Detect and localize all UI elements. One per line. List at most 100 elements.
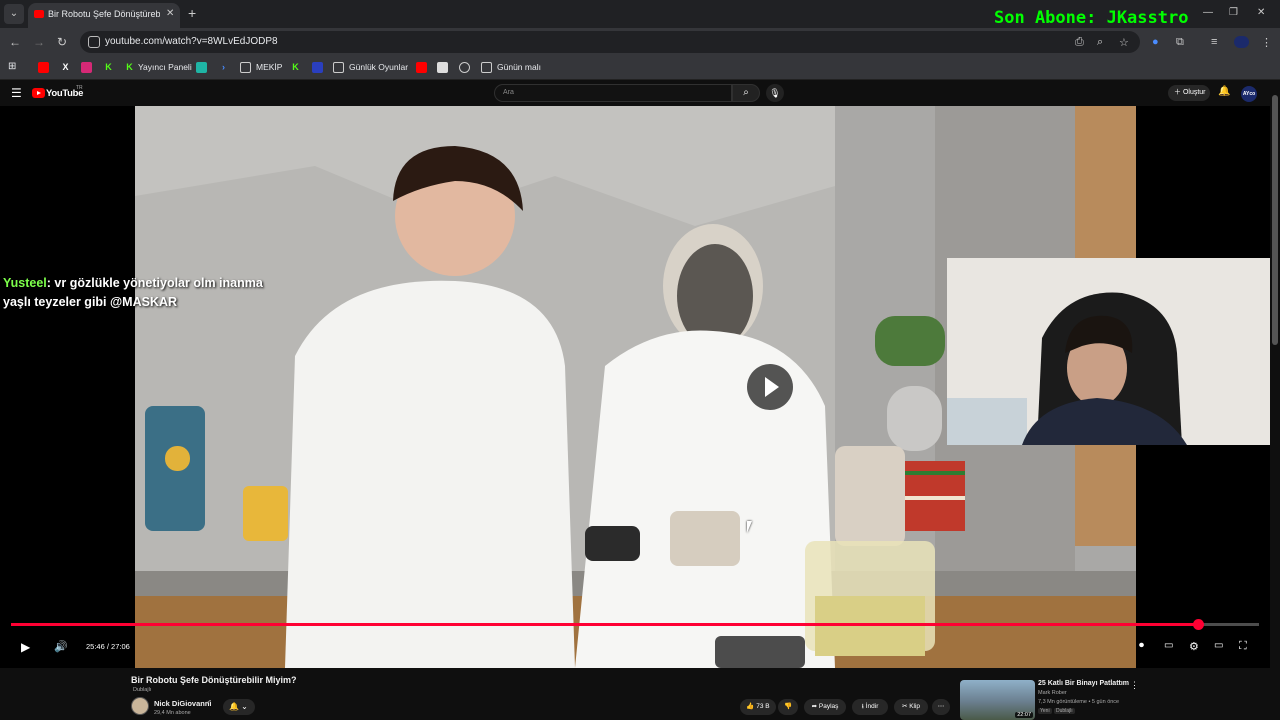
progress-bar[interactable] [11, 619, 1259, 630]
recommended-title[interactable]: 25 Katlı Bir Binayı Patlattım [1038, 680, 1129, 687]
chat-overlay: Yusteel: vr gözlükle yönetiyolar olm ina… [3, 274, 293, 312]
create-button[interactable]: ＋ Oluştur [1168, 85, 1210, 101]
url-text: youtube.com/watch?v=8WLvEdJODP8 [105, 36, 278, 47]
bookmark-mekip[interactable]: MEKİP [256, 62, 282, 72]
like-button[interactable]: 👍 73 B [740, 699, 776, 715]
tab-title: Bir Robotu Şefe Dönüştürebilir Miyim? [48, 9, 160, 19]
folder-icon [240, 62, 251, 73]
theater-mode-icon[interactable]: ▭ [1214, 640, 1223, 651]
bookmark-icon-teal[interactable] [196, 62, 207, 73]
folder-icon [481, 62, 492, 73]
progress-scrubber[interactable] [1192, 619, 1204, 630]
country-code: TR [76, 85, 83, 91]
play-overlay-icon[interactable] [747, 364, 793, 410]
hamburger-menu-icon[interactable]: ☰ [11, 86, 22, 100]
recommended-duration: 22:07 [1015, 712, 1033, 718]
fullscreen-icon[interactable]: ⛶ [1239, 640, 1247, 653]
page-scrollbar[interactable] [1270, 81, 1280, 720]
download-button[interactable]: ⭳ İndir [852, 699, 888, 715]
search-input[interactable]: Ara [494, 84, 732, 102]
play-icon[interactable]: ▶︎ [21, 640, 30, 654]
instagram-bookmark-icon[interactable] [81, 62, 92, 73]
kick-bookmark-icon-2[interactable]: K [290, 62, 301, 73]
notifications-bell-icon[interactable]: 🔔 [1218, 86, 1230, 97]
youtube-header: ☰ YouTube TR Ara ⌕ 🎙 ＋ Oluştur 🔔 AYco [0, 81, 1280, 106]
subscriber-count: 29,4 Mn abone [154, 710, 191, 716]
reload-icon[interactable]: ↻ [57, 35, 67, 49]
more-actions-icon[interactable]: ⋯ [932, 699, 950, 715]
browser-tab-bar: ⌄ Bir Robotu Şefe Dönüştürebilir Miyim? … [0, 0, 1280, 28]
address-toolbar: ← → ↻ youtube.com/watch?v=8WLvEdJODP8 ⎙ … [0, 28, 1280, 56]
video-player[interactable]: Yusteel: vr gözlükle yönetiyolar olm ina… [0, 106, 1270, 668]
kick-panel-icon: K [126, 62, 133, 72]
account-avatar[interactable]: AYco [1241, 86, 1257, 102]
progress-played [11, 623, 1198, 626]
image-bookmark-icon[interactable] [437, 62, 448, 73]
bookmark-gunun-mali[interactable]: Günün malı [497, 62, 541, 72]
recommended-more-icon[interactable]: ⋮ [1130, 680, 1139, 691]
share-button[interactable]: ➦ Paylaş [804, 699, 846, 715]
youtube-bookmark-icon-2[interactable] [416, 62, 427, 73]
verified-icon: ✔ [206, 700, 212, 706]
clip-button[interactable]: ✂ Klip [894, 699, 928, 715]
youtube-favicon-icon [34, 10, 44, 18]
bookmark-gunluk-oyunlar[interactable]: Günlük Oyunlar [349, 62, 408, 72]
restore-icon[interactable]: ❐ [1229, 7, 1238, 18]
folder-icon [333, 62, 344, 73]
profile-icon[interactable] [1234, 36, 1249, 48]
bookmark-yayinci-paneli[interactable]: Yayıncı Paneli [138, 62, 192, 72]
search-icon[interactable]: ⌕ [732, 84, 760, 102]
streamer-webcam [947, 258, 1270, 445]
tab-search-button[interactable]: ⌄ [4, 4, 24, 24]
subtitles-icon[interactable]: ▭ [1164, 640, 1173, 651]
x-bookmark-icon[interactable]: X [60, 62, 71, 73]
install-app-icon[interactable]: ⎙ [1075, 36, 1084, 49]
zoom-icon[interactable]: ⌕ [1097, 36, 1103, 49]
share-label: Paylaş [818, 703, 839, 710]
minimize-icon[interactable]: — [1203, 7, 1213, 18]
player-controls: ▶︎ 🔊 25:46 / 27:06 ⏺ ▭ ⚙ ▭ ⛶ [0, 636, 1270, 661]
window-close-icon[interactable]: ✕ [1257, 7, 1265, 18]
extensions-puzzle-icon[interactable]: ⧉ [1176, 36, 1184, 49]
recommended-meta: 7,3 Mn görüntüleme • 5 gün önce [1038, 699, 1120, 705]
dislike-icon[interactable]: 👎 [778, 699, 798, 715]
download-label: İndir [865, 703, 879, 710]
bookmark-star-icon[interactable]: ☆ [1119, 36, 1129, 49]
scrollbar-thumb[interactable] [1272, 95, 1278, 345]
volume-icon[interactable]: 🔊 [54, 640, 68, 653]
channel-avatar[interactable] [131, 697, 149, 715]
back-icon[interactable]: ← [9, 35, 21, 49]
dubbed-tag: Dublajlı [133, 687, 152, 693]
tab-close-icon[interactable]: ✕ [166, 8, 174, 19]
bookmarks-bar: ⊞ X K K Yayıncı Paneli › MEKİP K Günlük … [0, 56, 1280, 80]
media-control-icon[interactable]: ≡ [1211, 36, 1217, 48]
recommended-thumbnail[interactable]: 22:07 [960, 680, 1035, 720]
chat-username: Yusteel [3, 276, 47, 290]
url-field[interactable]: youtube.com/watch?v=8WLvEdJODP8 [80, 31, 1140, 53]
subscription-bell-button[interactable]: 🔔 ⌄ [223, 699, 255, 715]
stream-banner: Son Abone: JKasstro [994, 8, 1189, 28]
channel-name[interactable]: Nick DiGiovanni [154, 699, 212, 708]
video-title: Bir Robotu Şefe Dönüştürebilir Miyim? [131, 675, 297, 685]
settings-gear-icon[interactable]: ⚙ [1189, 640, 1199, 653]
recommended-channel: Mark Rober [1038, 690, 1067, 696]
mouse-cursor-icon [747, 521, 757, 533]
browser-tab[interactable]: Bir Robotu Şefe Dönüştürebilir Miyim? ✕ [28, 3, 180, 28]
openai-bookmark-icon[interactable] [459, 62, 470, 73]
youtube-logo-icon[interactable] [32, 88, 45, 98]
site-info-icon[interactable] [88, 36, 100, 48]
extension-icon[interactable]: ● [1152, 36, 1159, 48]
recommended-dubbed-badge: Dublajlı [1054, 708, 1075, 714]
bookmark-icon-arrow[interactable]: › [218, 62, 229, 73]
bookmark-icon-blue[interactable] [312, 62, 323, 73]
search-placeholder: Ara [503, 89, 514, 96]
new-tab-button[interactable]: + [188, 5, 196, 21]
forward-icon[interactable]: → [33, 35, 45, 49]
microphone-icon[interactable]: 🎙 [766, 84, 784, 102]
apps-grid-icon[interactable]: ⊞ [8, 61, 16, 72]
time-display: 25:46 / 27:06 [86, 642, 130, 651]
autoplay-toggle-icon[interactable]: ⏺ [1139, 640, 1144, 651]
kick-bookmark-icon[interactable]: K [103, 62, 114, 73]
youtube-bookmark-icon[interactable] [38, 62, 49, 73]
browser-menu-icon[interactable]: ⋮ [1261, 36, 1272, 49]
